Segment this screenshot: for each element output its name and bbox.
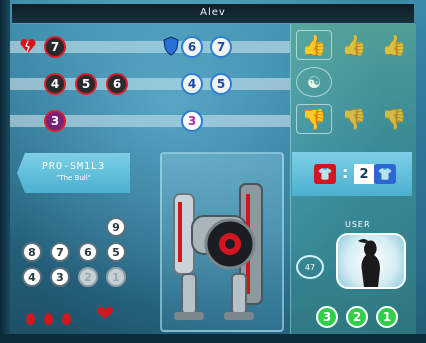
blood-drop-icon bbox=[26, 313, 35, 325]
green-token[interactable]: 3 bbox=[316, 306, 338, 328]
woman-silhouette-icon bbox=[358, 239, 380, 287]
red-shirt-icon: 👕 bbox=[314, 164, 336, 184]
blue-shirt-icon: 👕 bbox=[374, 164, 396, 184]
bottom-frame bbox=[0, 334, 426, 343]
red-token[interactable]: 5 bbox=[75, 73, 97, 95]
robot-bull-icon bbox=[173, 183, 263, 320]
player-card-title: PRO-SM1L3 bbox=[41, 161, 106, 172]
heart-icon: ❤ bbox=[96, 302, 115, 327]
vote-up-button[interactable]: 👍 bbox=[376, 30, 412, 60]
vote-up-button[interactable]: 👍 bbox=[296, 30, 332, 60]
number-token[interactable]: 5 bbox=[106, 242, 126, 262]
blood-drop-icon bbox=[62, 313, 71, 325]
thumbs-down-icon: 👎 bbox=[301, 107, 327, 131]
trade-box: 👕 : 2 👕 bbox=[292, 152, 412, 196]
number-token[interactable]: 9 bbox=[106, 217, 126, 237]
user-score: 47 bbox=[296, 255, 324, 279]
number-token[interactable]: 1 bbox=[106, 267, 126, 287]
user-avatar[interactable] bbox=[336, 233, 406, 289]
top-bar: Alev bbox=[12, 4, 414, 24]
thumbs-down-icon: 👎 bbox=[341, 107, 367, 131]
trade-count: 2 bbox=[354, 164, 374, 184]
number-token[interactable]: 2 bbox=[78, 267, 98, 287]
user-label: USER bbox=[345, 220, 371, 229]
vote-down-button[interactable]: 👎 bbox=[376, 104, 412, 134]
number-token[interactable]: 4 bbox=[22, 267, 42, 287]
shield-icon bbox=[162, 36, 180, 60]
player-card: PRO-SM1L3 "The Bull" bbox=[17, 153, 130, 193]
game-screen: Alev 7 6 7 👍 👍 👍 4 5 6 4 5 ☯ 3 3 👎 👎 👎 P… bbox=[0, 0, 426, 343]
blue-token[interactable]: 4 bbox=[181, 73, 203, 95]
thumbs-up-icon: 👍 bbox=[301, 33, 327, 57]
vote-neutral-button[interactable]: ☯ bbox=[296, 67, 332, 97]
blood-drop-icon bbox=[44, 313, 53, 325]
left-frame bbox=[0, 0, 10, 343]
number-token[interactable]: 8 bbox=[22, 242, 42, 262]
blue-token[interactable]: 7 bbox=[210, 36, 232, 58]
thumbs-up-icon: 👍 bbox=[341, 33, 367, 57]
blue-token[interactable]: 5 bbox=[210, 73, 232, 95]
vote-down-button[interactable]: 👎 bbox=[336, 104, 372, 134]
robot-frame bbox=[160, 152, 284, 332]
blue-token[interactable]: 3 bbox=[181, 110, 203, 132]
broken-heart-icon bbox=[18, 36, 38, 60]
trade-separator: : bbox=[342, 163, 349, 182]
number-token[interactable]: 6 bbox=[78, 242, 98, 262]
vote-down-button[interactable]: 👎 bbox=[296, 104, 332, 134]
thumbs-up-down-icon: ☯ bbox=[306, 72, 322, 92]
red-token[interactable]: 3 bbox=[44, 110, 66, 132]
vote-up-button[interactable]: 👍 bbox=[336, 30, 372, 60]
player-card-subtitle: "The Bull" bbox=[56, 174, 91, 182]
red-token[interactable]: 6 bbox=[106, 73, 128, 95]
player-name: Alev bbox=[200, 7, 226, 18]
red-token[interactable]: 7 bbox=[44, 36, 66, 58]
number-token[interactable]: 7 bbox=[50, 242, 70, 262]
green-token[interactable]: 2 bbox=[346, 306, 368, 328]
blue-token[interactable]: 6 bbox=[181, 36, 203, 58]
thumbs-down-icon: 👎 bbox=[381, 107, 407, 131]
red-token[interactable]: 4 bbox=[44, 73, 66, 95]
green-token[interactable]: 1 bbox=[376, 306, 398, 328]
number-token[interactable]: 3 bbox=[50, 267, 70, 287]
thumbs-up-icon: 👍 bbox=[381, 33, 407, 57]
